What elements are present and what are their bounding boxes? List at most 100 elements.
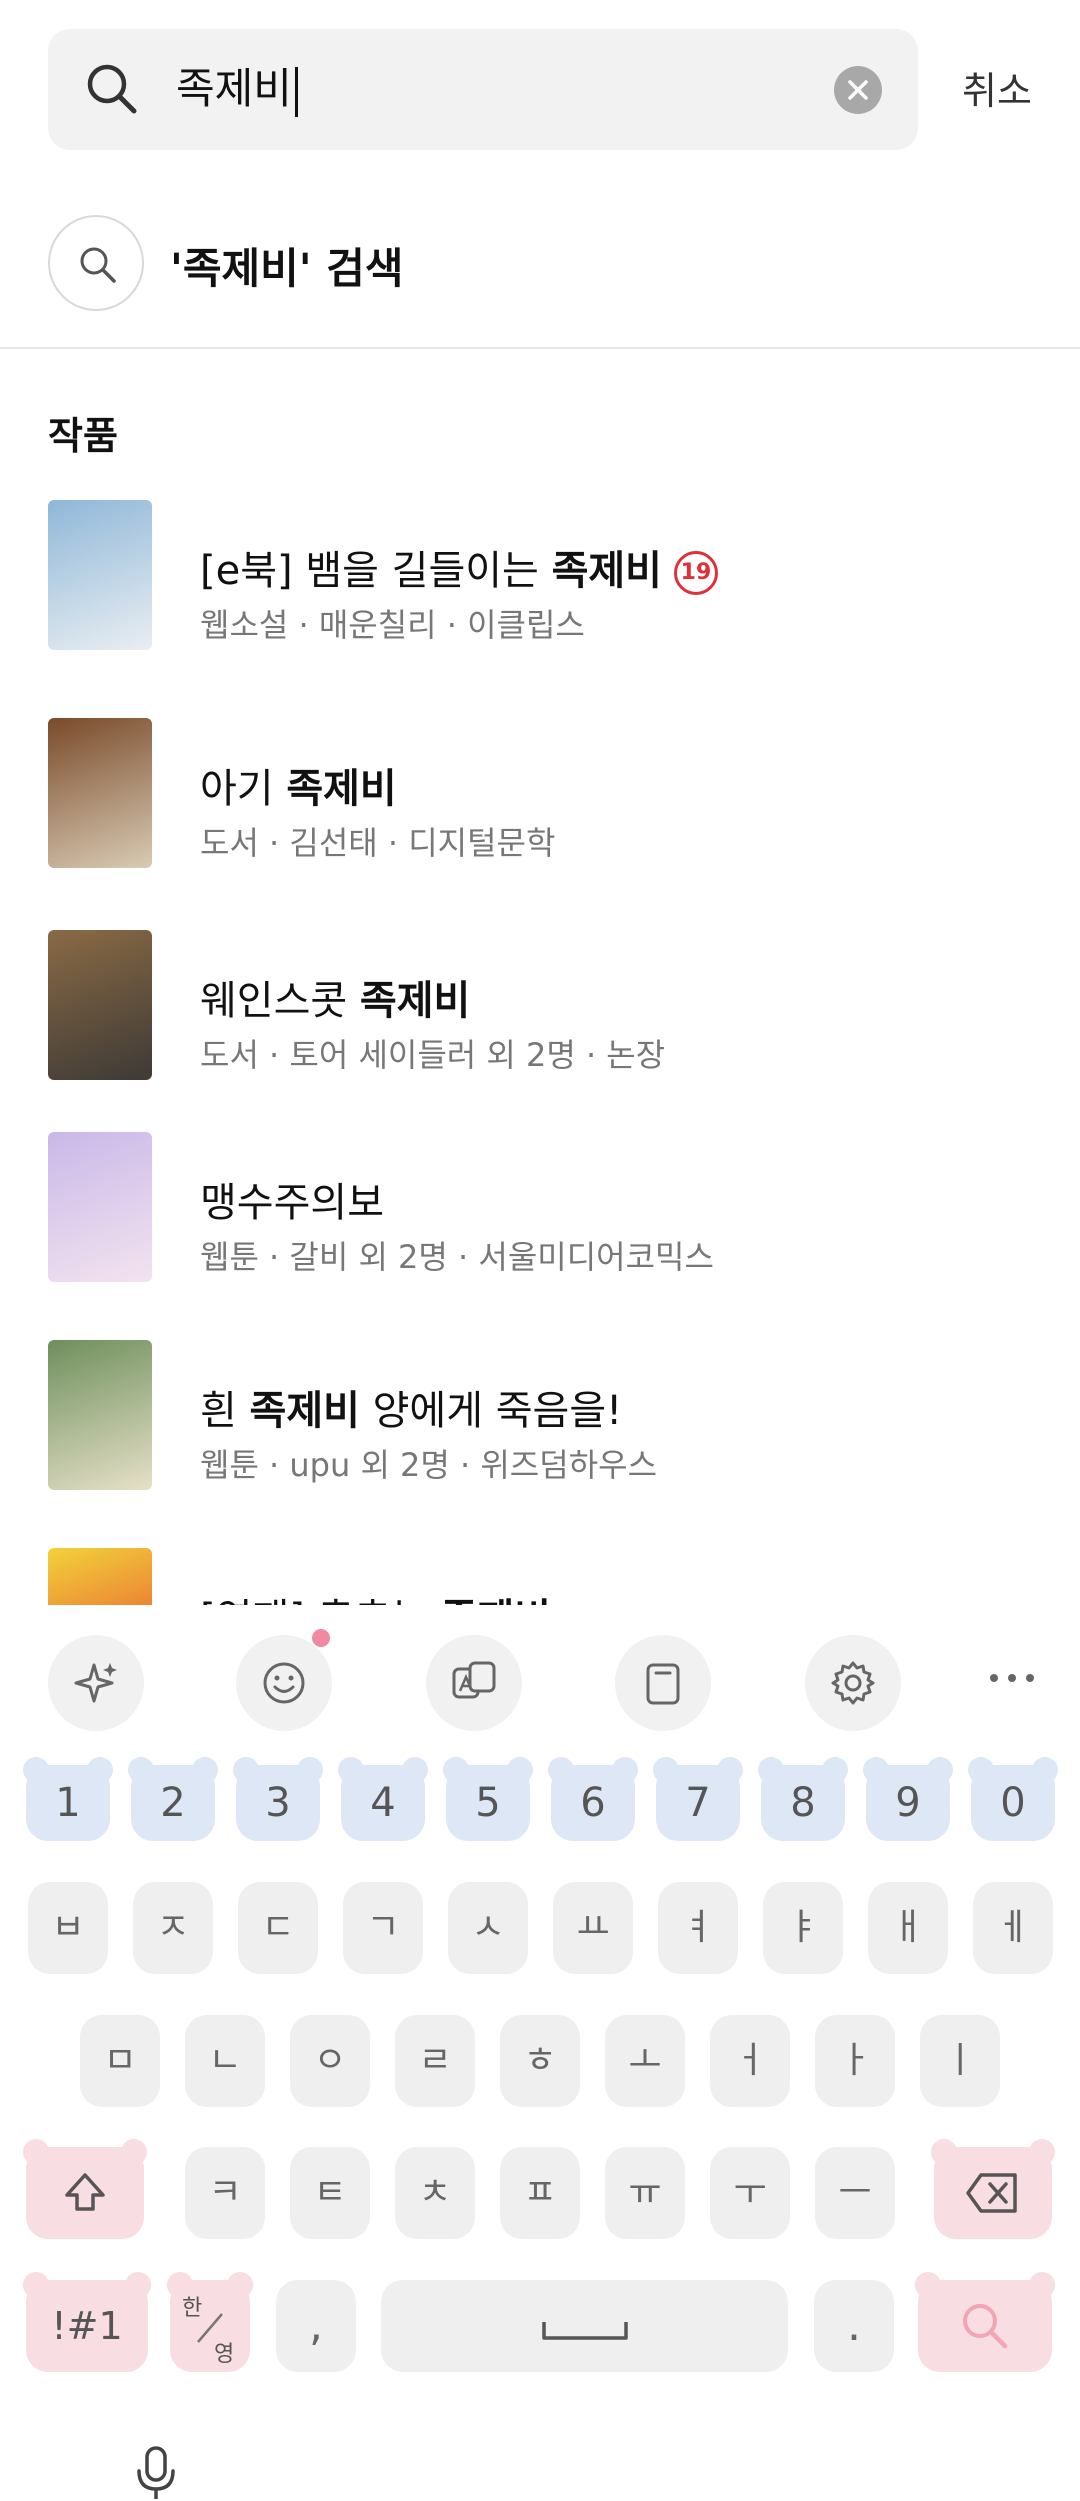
result-meta: 웹툰 · 갈비 외 2명 · 서울미디어코믹스 xyxy=(200,1238,714,1276)
key-6[interactable]: 6 xyxy=(548,1757,638,1841)
key-ㅕ[interactable]: ㅕ xyxy=(658,1882,738,1974)
result-title: 아기 족제비 xyxy=(200,766,397,812)
suggestion-icon-circle xyxy=(48,215,144,311)
clipboard-button[interactable] xyxy=(615,1635,711,1731)
key-ㅍ[interactable]: ㅍ xyxy=(500,2147,580,2239)
key-ㄷ[interactable]: ㄷ xyxy=(238,1882,318,1974)
search-icon xyxy=(84,61,140,117)
search-input[interactable]: 족제비 xyxy=(176,59,298,119)
key-ㄴ[interactable]: ㄴ xyxy=(185,2015,265,2107)
lang-korean-label: 한 xyxy=(182,2296,203,2321)
key-ㅇ[interactable]: ㅇ xyxy=(290,2015,370,2107)
key-ㅜ[interactable]: ㅜ xyxy=(710,2147,790,2239)
text-caret xyxy=(294,66,298,117)
key-ㅁ[interactable]: ㅁ xyxy=(80,2015,160,2107)
ai-sparkle-button[interactable] xyxy=(48,1635,144,1731)
comma-key[interactable]: , xyxy=(276,2280,356,2372)
cancel-button[interactable]: 취소 xyxy=(962,60,1032,115)
cover-thumbnail xyxy=(48,930,152,1080)
cover-thumbnail xyxy=(48,1548,152,1605)
search-suggestion[interactable]: '족제비' 검색 xyxy=(48,215,1032,311)
space-key[interactable] xyxy=(381,2280,788,2372)
key-0[interactable]: 0 xyxy=(968,1757,1058,1841)
key-ㅎ[interactable]: ㅎ xyxy=(500,2015,580,2107)
key-2[interactable]: 2 xyxy=(128,1757,218,1841)
cover-thumbnail xyxy=(48,500,152,650)
shift-key[interactable] xyxy=(23,2139,147,2239)
key-ㅏ[interactable]: ㅏ xyxy=(815,2015,895,2107)
emoji-button[interactable] xyxy=(236,1635,332,1731)
key-8[interactable]: 8 xyxy=(758,1757,848,1841)
cover-thumbnail xyxy=(48,1132,152,1282)
key-ㅈ[interactable]: ㅈ xyxy=(133,1882,213,1974)
search-bar[interactable]: 족제비 xyxy=(48,29,918,150)
key-ㄹ[interactable]: ㄹ xyxy=(395,2015,475,2107)
key-ㅅ[interactable]: ㅅ xyxy=(448,1882,528,1974)
result-meta: 도서 · 토어 세이들러 외 2명 · 논장 xyxy=(200,1036,666,1074)
notification-dot xyxy=(312,1629,330,1647)
clear-search-button[interactable] xyxy=(834,66,882,114)
key-ㅌ[interactable]: ㅌ xyxy=(290,2147,370,2239)
key-9[interactable]: 9 xyxy=(863,1757,953,1841)
result-item[interactable]: 아기 족제비 도서 · 김선태 · 디지털문학 xyxy=(48,718,1032,868)
result-title: 웨인스콧 족제비 xyxy=(200,978,471,1024)
gear-icon xyxy=(831,1661,875,1705)
key-7[interactable]: 7 xyxy=(653,1757,743,1841)
sparkle-icon xyxy=(74,1663,117,1703)
key-1[interactable]: 1 xyxy=(23,1757,113,1841)
result-meta: 웹소설 · 매운칠리 · 이클립스 xyxy=(200,606,585,644)
key-ㅐ[interactable]: ㅐ xyxy=(868,1882,948,1974)
key-ㅑ[interactable]: ㅑ xyxy=(763,1882,843,1974)
result-title: 맹수주의보 xyxy=(200,1180,384,1226)
key-ㅣ[interactable]: ㅣ xyxy=(920,2015,1000,2107)
settings-button[interactable] xyxy=(805,1635,901,1731)
period-key[interactable]: . xyxy=(814,2280,894,2372)
microphone-icon[interactable] xyxy=(132,2445,180,2501)
language-toggle-key[interactable]: 한 영 xyxy=(167,2272,253,2372)
close-icon xyxy=(848,80,868,100)
key-5[interactable]: 5 xyxy=(443,1757,533,1841)
result-item[interactable]: [e북] 뱀을 길들이는 족제비 19 웹소설 · 매운칠리 · 이클립스 xyxy=(48,500,1032,650)
result-item[interactable]: 웨인스콧 족제비 도서 · 토어 세이들러 외 2명 · 논장 xyxy=(48,930,1032,1080)
emoji-icon xyxy=(263,1662,305,1704)
space-icon xyxy=(541,2322,628,2340)
key-ㅠ[interactable]: ㅠ xyxy=(605,2147,685,2239)
result-meta: 웹툰 · upu 외 2명 · 위즈덤하우스 xyxy=(200,1446,658,1484)
result-title: 흰 족제비 양에게 죽음을! xyxy=(200,1388,623,1434)
key-ㅂ[interactable]: ㅂ xyxy=(28,1882,108,1974)
suggestion-label: '족제비' 검색 xyxy=(170,244,404,293)
clipboard-icon xyxy=(646,1663,680,1705)
translate-icon xyxy=(452,1661,496,1699)
section-title: 작품 xyxy=(48,414,118,458)
key-ㅊ[interactable]: ㅊ xyxy=(395,2147,475,2239)
key-3[interactable]: 3 xyxy=(233,1757,323,1841)
search-icon xyxy=(963,2304,1008,2349)
cover-thumbnail xyxy=(48,718,152,868)
search-action-key[interactable] xyxy=(915,2272,1055,2372)
result-title: [연재] 춤추는 족제비 xyxy=(200,1586,551,1605)
key-4[interactable]: 4 xyxy=(338,1757,428,1841)
lang-english-label: 영 xyxy=(214,2342,235,2367)
key-ㅋ[interactable]: ㅋ xyxy=(185,2147,265,2239)
result-item[interactable]: 맹수주의보 웹툰 · 갈비 외 2명 · 서울미디어코믹스 xyxy=(48,1132,1032,1282)
result-meta: 도서 · 김선태 · 디지털문학 xyxy=(200,824,556,862)
key-ㅔ[interactable]: ㅔ xyxy=(973,1882,1053,1974)
result-item[interactable]: [연재] 춤추는 족제비 xyxy=(48,1548,1032,1605)
symbols-key[interactable]: !#1 xyxy=(23,2272,151,2372)
key-ㅡ[interactable]: ㅡ xyxy=(815,2147,895,2239)
result-title: [e북] 뱀을 길들이는 족제비 19 xyxy=(200,538,718,596)
shift-icon xyxy=(65,2173,105,2211)
keyboard: 1 2 3 4 5 6 7 8 9 0 ㅂ ㅈ ㄷ ㄱ ㅅ ㅛ ㅕ ㅑ ㅐ ㅔ … xyxy=(0,1605,1080,2501)
cover-thumbnail xyxy=(48,1340,152,1490)
backspace-key[interactable] xyxy=(931,2139,1055,2239)
backspace-icon xyxy=(966,2173,1017,2213)
results-list: [e북] 뱀을 길들이는 족제비 19 웹소설 · 매운칠리 · 이클립스 아기 … xyxy=(0,480,1080,1605)
more-icon[interactable] xyxy=(988,1672,1036,1684)
key-ㅓ[interactable]: ㅓ xyxy=(710,2015,790,2107)
key-ㅛ[interactable]: ㅛ xyxy=(553,1882,633,1974)
result-item[interactable]: 흰 족제비 양에게 죽음을! 웹툰 · upu 외 2명 · 위즈덤하우스 xyxy=(48,1340,1032,1490)
key-ㄱ[interactable]: ㄱ xyxy=(343,1882,423,1974)
key-ㅗ[interactable]: ㅗ xyxy=(605,2015,685,2107)
translate-button[interactable] xyxy=(426,1635,522,1731)
divider xyxy=(0,347,1080,349)
